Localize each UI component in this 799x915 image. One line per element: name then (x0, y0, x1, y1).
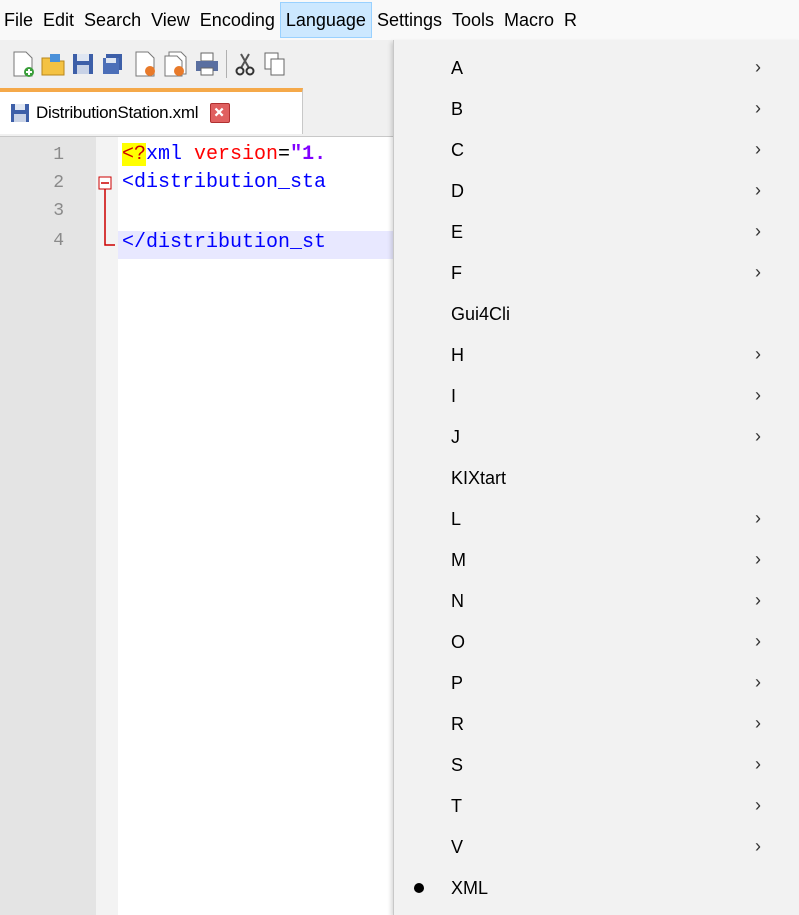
chevron-right-icon: › (755, 139, 761, 159)
language-item-e[interactable]: E › (394, 212, 799, 253)
chevron-right-icon: › (755, 344, 761, 364)
line-number: 1 (53, 145, 64, 165)
save-icon (11, 104, 29, 122)
language-item-kixtart[interactable]: KIXtart (394, 458, 799, 499)
line-number: 4 (53, 231, 64, 251)
cut-icon[interactable] (232, 50, 258, 78)
menu-language[interactable]: Language (279, 2, 372, 38)
language-item-t[interactable]: T › (394, 786, 799, 827)
code-line-1: <?xml version="1. (122, 143, 327, 166)
close-icon[interactable] (132, 50, 158, 78)
chevron-right-icon: › (755, 508, 761, 528)
fold-tree-icon (98, 176, 115, 246)
chevron-right-icon: › (755, 426, 761, 446)
chevron-right-icon: › (755, 57, 761, 77)
chevron-right-icon: › (755, 713, 761, 733)
chevron-right-icon: › (755, 631, 761, 651)
chevron-right-icon: › (755, 98, 761, 118)
language-item-c[interactable]: C › (394, 130, 799, 171)
line-number-gutter (0, 137, 96, 915)
language-item-v[interactable]: V › (394, 827, 799, 868)
menu-run[interactable]: R (559, 2, 582, 38)
chevron-right-icon: › (755, 262, 761, 282)
code-line-2: <distribution_sta (122, 171, 327, 194)
language-item-m[interactable]: M › (394, 540, 799, 581)
line-number: 3 (53, 201, 64, 221)
language-item-l[interactable]: L › (394, 499, 799, 540)
chevron-right-icon: › (755, 385, 761, 405)
language-item-s[interactable]: S › (394, 745, 799, 786)
menu-search[interactable]: Search (79, 2, 146, 38)
chevron-right-icon: › (755, 836, 761, 856)
language-item-a[interactable]: A › (394, 48, 799, 89)
selected-bullet-icon (414, 883, 424, 893)
tab-label: DistributionStation.xml (36, 103, 199, 122)
chevron-right-icon: › (755, 590, 761, 610)
language-item-i[interactable]: I › (394, 376, 799, 417)
chevron-right-icon: › (755, 754, 761, 774)
language-item-f[interactable]: F › (394, 253, 799, 294)
line-number: 2 (53, 173, 64, 193)
menu-file[interactable]: File (0, 2, 38, 38)
language-item-gui4cli[interactable]: Gui4Cli (394, 294, 799, 335)
language-item-h[interactable]: H › (394, 335, 799, 376)
menu-encoding[interactable]: Encoding (195, 2, 280, 38)
menu-settings[interactable]: Settings (372, 2, 447, 38)
chevron-right-icon: › (755, 180, 761, 200)
menu-macro[interactable]: Macro (499, 2, 559, 38)
language-item-xml[interactable]: XML (394, 868, 799, 909)
menu-bar: File Edit Search View Encoding Language … (0, 0, 799, 40)
language-item-j[interactable]: J › (394, 417, 799, 458)
code-line-4: </distribution_st (122, 231, 327, 254)
copy-icon[interactable] (262, 50, 288, 78)
save-icon[interactable] (70, 50, 96, 78)
language-item-p[interactable]: P › (394, 663, 799, 704)
language-item-r[interactable]: R › (394, 704, 799, 745)
chevron-right-icon: › (755, 795, 761, 815)
language-item-n[interactable]: N › (394, 581, 799, 622)
open-file-icon[interactable] (40, 50, 66, 78)
close-tab-icon[interactable] (210, 103, 231, 123)
toolbar-separator (226, 50, 227, 78)
new-file-icon[interactable] (10, 50, 36, 78)
menu-view[interactable]: View (146, 2, 195, 38)
print-icon[interactable] (194, 50, 220, 78)
menu-edit[interactable]: Edit (38, 2, 79, 38)
menu-tools[interactable]: Tools (447, 2, 499, 38)
language-menu: A › B › C › D › E › F › Gui4Cli H › I › J › KIXta… (393, 40, 799, 915)
chevron-right-icon: › (755, 221, 761, 241)
save-all-icon[interactable] (100, 50, 126, 78)
chevron-right-icon: › (755, 672, 761, 692)
chevron-right-icon: › (755, 549, 761, 569)
language-item-b[interactable]: B › (394, 89, 799, 130)
tab-distributionstation-xml[interactable]: DistributionStation.xml (0, 88, 303, 134)
language-item-o[interactable]: O › (394, 622, 799, 663)
language-item-d[interactable]: D › (394, 171, 799, 212)
close-all-icon[interactable] (162, 50, 188, 78)
